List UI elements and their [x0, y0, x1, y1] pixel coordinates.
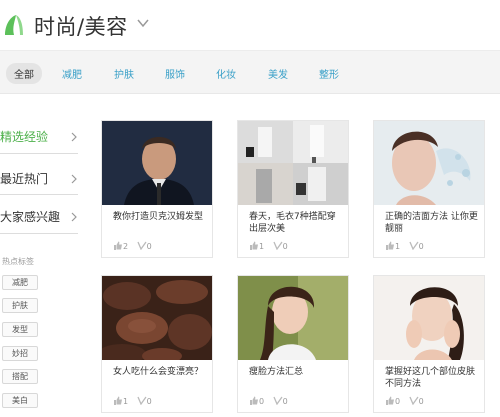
chevron-right-icon: [71, 174, 77, 184]
high-heel-icon: [5, 15, 23, 35]
card-title: 女人吃什么会变漂亮？: [113, 367, 204, 377]
card-stats: 1 0: [249, 241, 288, 251]
vote-count: 0: [418, 397, 424, 406]
tag-tips[interactable]: 妙招: [2, 346, 38, 361]
article-card[interactable]: 女人吃什么会变漂亮？ 1 0: [101, 275, 213, 413]
thumbs-up-icon[interactable]: [249, 241, 259, 250]
card-image: [374, 121, 484, 205]
tab-skincare[interactable]: 护肤: [114, 66, 134, 81]
tab-all[interactable]: 全部: [6, 63, 42, 84]
sidebar-item-recent-hot[interactable]: 最近热门: [0, 170, 78, 187]
divider: [0, 194, 78, 195]
vote-icon[interactable]: [273, 241, 283, 250]
vote-count: 0: [282, 242, 288, 251]
card-stats: 2 0: [113, 241, 152, 251]
divider: [0, 153, 78, 154]
vote-count: 0: [146, 242, 152, 251]
card-title: 瘦脸方法汇总: [249, 367, 304, 377]
sidebar-item-interests[interactable]: 大家感兴趣: [0, 208, 78, 225]
like-count: 1: [395, 242, 401, 251]
page-header: 时尚/美容: [0, 0, 500, 50]
vote-icon[interactable]: [409, 396, 419, 405]
article-card[interactable]: 瘦脸方法汇总 0 0: [237, 275, 349, 413]
hot-tags-title: 热点标签: [2, 257, 34, 266]
card-title: 教你打造贝克汉姆发型: [113, 212, 204, 222]
tab-cosmetic-surgery[interactable]: 整形: [319, 66, 339, 81]
card-title: 春天，毛衣7种搭配穿出层次美: [249, 212, 336, 234]
card-title: 正确的洁面方法 让你更靓丽: [385, 212, 478, 234]
sidebar-item-label: 精选经验: [0, 130, 49, 144]
tab-clothing[interactable]: 服饰: [165, 66, 185, 81]
like-count: 0: [395, 397, 401, 406]
like-count: 1: [259, 242, 265, 251]
category-bar: 全部 减肥 护肤 服饰 化妆 美发 整形: [0, 50, 500, 94]
divider: [0, 233, 78, 234]
like-count: 1: [123, 397, 129, 406]
sidebar-item-label: 最近热门: [0, 172, 49, 186]
article-card[interactable]: 正确的洁面方法 让你更靓丽 1 0: [373, 120, 485, 258]
card-image: [102, 121, 212, 205]
vote-count: 0: [146, 397, 152, 406]
card-stats: 1 0: [385, 241, 424, 251]
article-card[interactable]: 掌握好这几个部位皮肤不同方法 0 0: [373, 275, 485, 413]
like-count: 0: [259, 397, 265, 406]
vote-count: 0: [282, 397, 288, 406]
card-stats: 1 0: [113, 396, 152, 406]
thumbs-up-icon[interactable]: [113, 241, 123, 250]
card-stats: 0 0: [385, 396, 424, 406]
chevron-down-icon[interactable]: [136, 16, 150, 30]
card-image: [238, 276, 348, 360]
tag-skincare[interactable]: 护肤: [2, 298, 38, 313]
thumbs-up-icon[interactable]: [249, 396, 259, 405]
thumbs-up-icon[interactable]: [113, 396, 123, 405]
vote-icon[interactable]: [273, 396, 283, 405]
article-card[interactable]: 教你打造贝克汉姆发型 2 0: [101, 120, 213, 258]
vote-icon[interactable]: [409, 241, 419, 250]
tag-matching[interactable]: 搭配: [2, 369, 38, 384]
tab-makeup[interactable]: 化妆: [216, 66, 236, 81]
tag-weight-loss[interactable]: 减肥: [2, 275, 38, 290]
chevron-right-icon: [71, 212, 77, 222]
chevron-right-icon: [71, 132, 77, 142]
page-title: 时尚/美容: [34, 15, 128, 39]
tab-weight-loss[interactable]: 减肥: [62, 66, 82, 81]
thumbs-up-icon[interactable]: [385, 241, 395, 250]
tag-hairstyle[interactable]: 发型: [2, 322, 38, 337]
card-image: [374, 276, 484, 360]
tab-hair[interactable]: 美发: [268, 66, 288, 81]
vote-count: 0: [418, 242, 424, 251]
like-count: 2: [123, 242, 129, 251]
article-card[interactable]: 春天，毛衣7种搭配穿出层次美 1 0: [237, 120, 349, 258]
sidebar-item-featured[interactable]: 精选经验: [0, 128, 78, 145]
tag-whitening[interactable]: 美白: [2, 393, 38, 408]
sidebar-item-label: 大家感兴趣: [0, 210, 61, 224]
card-image: [238, 121, 348, 205]
card-title: 掌握好这几个部位皮肤不同方法: [385, 367, 476, 389]
thumbs-up-icon[interactable]: [385, 396, 395, 405]
card-image: [102, 276, 212, 360]
vote-icon[interactable]: [137, 241, 147, 250]
card-stats: 0 0: [249, 396, 288, 406]
vote-icon[interactable]: [137, 396, 147, 405]
